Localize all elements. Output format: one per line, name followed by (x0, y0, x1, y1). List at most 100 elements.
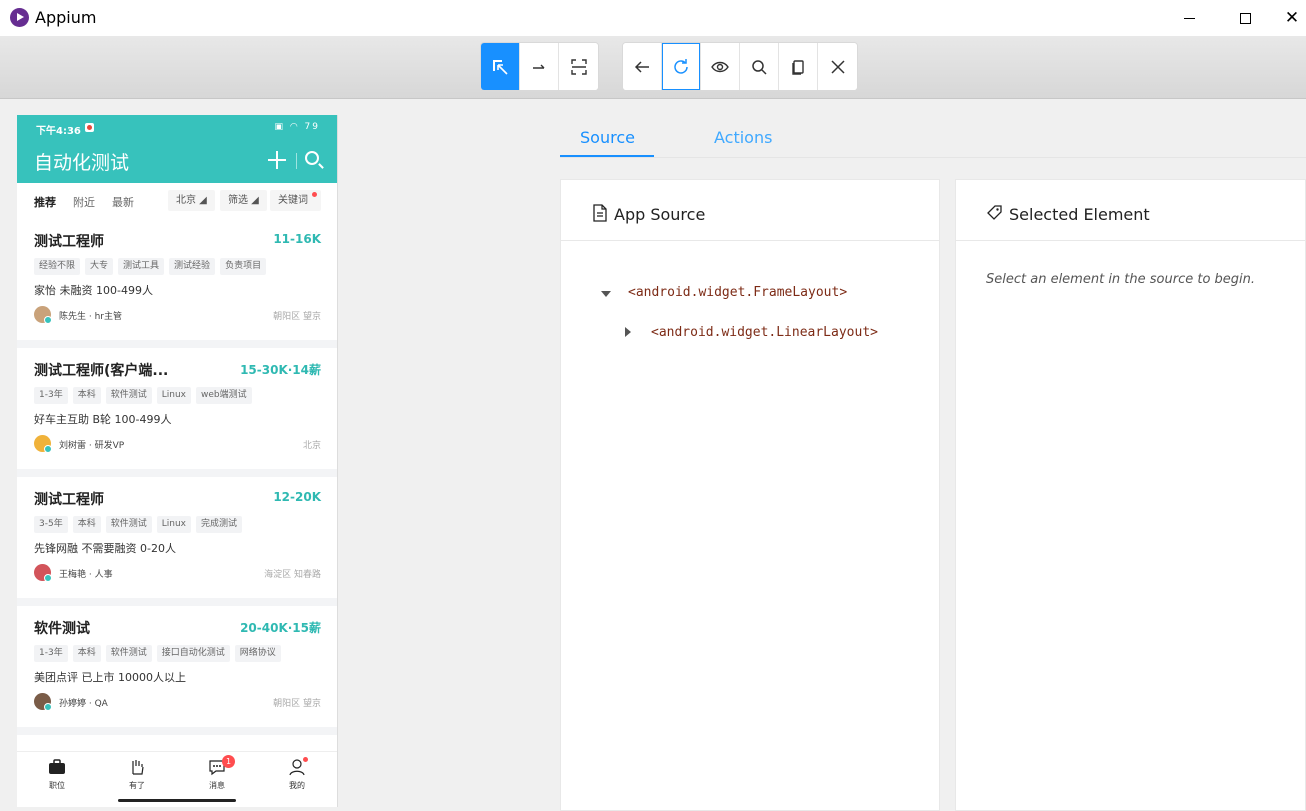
device-screenshot[interactable]: 下午4:36 ▣ ◠ 79 自动化测试 推荐 附近 最新 北京 ◢ 筛选 ◢ 关… (17, 115, 338, 807)
window-title: Appium (35, 8, 97, 27)
nav-label-have: 有了 (129, 781, 145, 790)
job-card[interactable]: 软件测试 20-40K·15薪 1-3年 本科 软件测试 接口自动化测试 网络协… (17, 606, 337, 727)
job-salary: 11-16K (273, 232, 321, 246)
job-card[interactable]: 测试工程师 11-16K 经验不限 大专 测试工具 测试经验 负责项目 家怡 未… (17, 219, 337, 340)
tree-node-linearlayout[interactable]: <android.widget.LinearLayout> (651, 325, 878, 340)
job-title: 软件测试 (34, 621, 90, 637)
filter-chip-city-label: 北京 (176, 195, 196, 206)
job-location: 海淀区 知春路 (264, 570, 321, 580)
search-element-button[interactable] (740, 43, 779, 90)
job-tag: Linux (156, 387, 191, 404)
job-card[interactable]: 测试工程师(客户端... 15-30K·14薪 1-3年 本科 软件测试 Lin… (17, 348, 337, 469)
filter-tab-nearby[interactable]: 附近 (73, 194, 95, 210)
job-tag: 网络协议 (234, 645, 281, 662)
nav-item-jobs[interactable]: 职位 (17, 752, 97, 807)
job-tag: 软件测试 (105, 516, 152, 533)
close-icon: ✕ (1284, 8, 1300, 28)
show-elements-button[interactable] (701, 43, 740, 90)
job-tag: 1-3年 (34, 645, 68, 662)
job-location: 朝阳区 望京 (273, 312, 321, 322)
swipe-icon (533, 64, 545, 69)
avatar (34, 306, 52, 324)
device-screenshot-pane: 下午4:36 ▣ ◠ 79 自动化测试 推荐 附近 最新 北京 ◢ 筛选 ◢ 关… (0, 99, 345, 811)
nav-item-mine[interactable]: 我的 (257, 752, 337, 807)
selected-element-hint: Select an element in the source to begin… (986, 272, 1256, 287)
select-elements-icon (493, 59, 508, 75)
filter-chip-filter[interactable]: 筛选 ◢ (220, 190, 267, 211)
tree-node-framelayout[interactable]: <android.widget.FrameLayout> (628, 285, 847, 300)
nav-label-jobs: 职位 (49, 781, 65, 790)
quit-session-button[interactable] (818, 43, 857, 90)
close-window-button[interactable]: ✕ (1278, 0, 1306, 36)
maximize-button[interactable] (1222, 0, 1268, 36)
search-icon (752, 59, 767, 75)
job-company: 美团点评 已上市 10000人以上 (34, 671, 186, 684)
job-recruiter: 刘树雷 · 研发VP (59, 441, 125, 451)
job-tag: web端测试 (195, 387, 252, 404)
refresh-icon (674, 58, 688, 74)
swipe-button[interactable] (520, 43, 559, 90)
file-text-icon (593, 204, 607, 222)
app-header: 自动化测试 (17, 140, 337, 183)
tap-by-coordinates-button[interactable] (559, 43, 598, 90)
filter-chip-filter-label: 筛选 (228, 195, 248, 206)
briefcase-icon (49, 759, 65, 774)
inspector-toolbar (0, 36, 1306, 99)
mine-dot (303, 757, 308, 762)
tag-icon (987, 205, 1002, 220)
job-tag: 大专 (85, 258, 114, 275)
header-title: 自动化测试 (34, 152, 130, 174)
job-location: 朝阳区 望京 (273, 699, 321, 709)
interaction-mode-group (480, 42, 599, 91)
avatar (34, 564, 52, 582)
select-elements-button[interactable] (481, 43, 520, 90)
job-company: 先锋网融 不需要融资 0-20人 (34, 542, 176, 555)
job-tags: 1-3年 本科 软件测试 Linux web端测试 (34, 387, 252, 404)
tree-expand-caret-icon[interactable] (625, 327, 631, 337)
job-recruiter: 陈先生 · hr主管 (59, 312, 122, 322)
inspector-area: Source Actions App Source <android.widge… (345, 99, 1306, 811)
job-tag: 本科 (72, 387, 101, 404)
session-actions-group (622, 42, 858, 91)
plus-icon[interactable] (267, 150, 287, 170)
filter-tab-recommend[interactable]: 推荐 (34, 194, 56, 210)
job-recruiter: 孙婷婷 · QA (59, 699, 108, 709)
job-tag: 经验不限 (34, 258, 81, 275)
tab-actions[interactable]: Actions (714, 128, 772, 147)
job-tag: 本科 (72, 645, 101, 662)
filter-tab-latest[interactable]: 最新 (112, 194, 134, 210)
header-divider (296, 153, 297, 169)
selected-element-title: Selected Element (1009, 205, 1150, 224)
filter-chip-keyword[interactable]: 关键词 (270, 190, 321, 211)
job-tags: 3-5年 本科 软件测试 Linux 完成测试 (34, 516, 242, 533)
phone-search-icon[interactable] (305, 151, 319, 165)
job-company: 好车主互助 B轮 100-499人 (34, 413, 172, 426)
job-tag: 软件测试 (105, 387, 152, 404)
eye-icon (711, 61, 729, 72)
job-title: 测试工程师 (34, 234, 104, 250)
job-salary: 20-40K·15薪 (240, 621, 321, 635)
tree-collapse-caret-icon[interactable] (601, 291, 611, 297)
tab-source[interactable]: Source (580, 128, 635, 147)
home-indicator (118, 799, 236, 802)
job-card[interactable]: 测试工程师 12-20K 3-5年 本科 软件测试 Linux 完成测试 先锋网… (17, 477, 337, 598)
app-source-panel: App Source <android.widget.FrameLayout> … (560, 179, 940, 811)
job-tags: 1-3年 本科 软件测试 接口自动化测试 网络协议 (34, 645, 281, 662)
job-tags: 经验不限 大专 测试工具 测试经验 负责项目 (34, 258, 267, 275)
job-tag: 测试经验 (169, 258, 216, 275)
filter-chip-keyword-label: 关键词 (278, 195, 308, 206)
job-location: 北京 (302, 441, 321, 451)
job-tag: 负责项目 (220, 258, 267, 275)
copy-xml-button[interactable] (779, 43, 818, 90)
job-tag: Linux (156, 516, 191, 533)
app-source-header: App Source (561, 180, 939, 241)
back-button[interactable] (623, 43, 662, 90)
status-icons: ▣ ◠ 79 (274, 122, 320, 132)
battery-level: 79 (304, 122, 320, 132)
refresh-button[interactable] (662, 43, 701, 90)
minimize-button[interactable] (1166, 0, 1212, 36)
selected-element-panel: Selected Element Select an element in th… (955, 179, 1306, 811)
app-source-title: App Source (614, 205, 706, 224)
job-recruiter: 王梅艳 · 人事 (59, 570, 113, 580)
filter-chip-city[interactable]: 北京 ◢ (168, 190, 215, 211)
